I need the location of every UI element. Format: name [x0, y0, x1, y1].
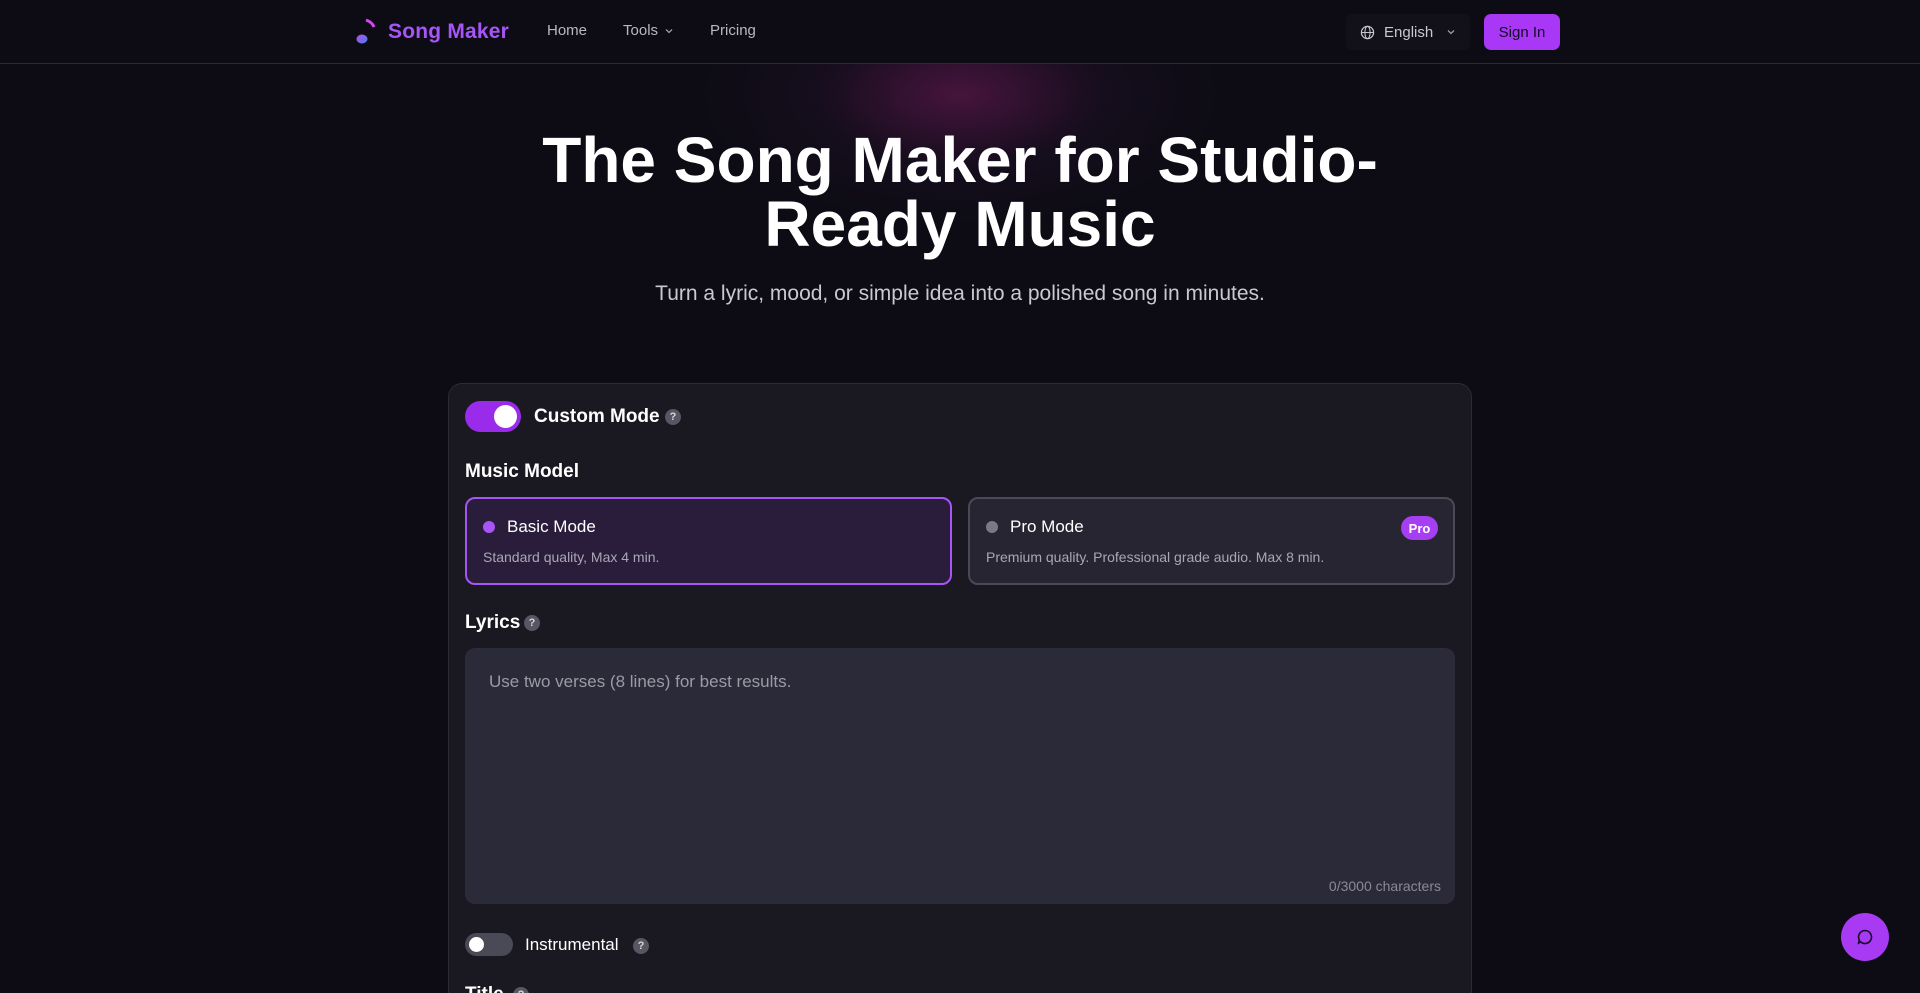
lyrics-label: Lyrics	[465, 612, 521, 633]
help-icon[interactable]: ?	[513, 987, 529, 993]
radio-unselected-icon	[986, 521, 998, 533]
language-selector[interactable]: English	[1346, 14, 1471, 50]
chat-support-button[interactable]	[1841, 913, 1889, 961]
help-icon[interactable]: ?	[665, 409, 681, 425]
nav-link-pricing[interactable]: Pricing	[710, 22, 756, 39]
brand-name: Song Maker	[388, 20, 510, 43]
toggle-knob	[469, 937, 484, 952]
pro-mode-option[interactable]: Pro Mode Premium quality. Professional g…	[968, 497, 1455, 585]
song-generator-card: Custom Mode ? Music Model Basic Mode Sta…	[448, 383, 1472, 993]
mode-name: Pro Mode	[1010, 517, 1084, 536]
chevron-down-icon	[665, 28, 673, 33]
lyrics-input[interactable]	[465, 648, 1455, 904]
pro-badge: Pro	[1401, 516, 1438, 540]
mode-name: Basic Mode	[507, 517, 596, 536]
custom-mode-toggle[interactable]	[465, 401, 521, 432]
language-label: English	[1384, 23, 1434, 41]
nav-link-home[interactable]: Home	[547, 22, 587, 39]
sign-in-button[interactable]: Sign In	[1484, 14, 1560, 50]
mode-description: Standard quality, Max 4 min.	[483, 549, 660, 565]
character-count: 0/3000 characters	[1328, 878, 1441, 894]
help-icon[interactable]: ?	[633, 938, 649, 954]
basic-mode-option[interactable]: Basic Mode Standard quality, Max 4 min.	[465, 497, 952, 585]
page-subtitle: Turn a lyric, mood, or simple idea into …	[655, 282, 1265, 305]
top-navbar: Song Maker Home Tools Pricing English Si…	[0, 0, 1920, 64]
page-title: The Song Maker for Studio-Ready Music	[542, 124, 1378, 260]
lyrics-field-container: 0/3000 characters	[465, 648, 1455, 904]
toggle-knob	[494, 405, 517, 428]
nav-links: Home Tools Pricing	[547, 22, 756, 39]
chat-bubble-icon	[1857, 929, 1873, 945]
brand-logo[interactable]: Song Maker	[354, 18, 509, 46]
custom-mode-label: Custom Mode	[534, 406, 660, 427]
nav-link-tools-label: Tools	[623, 22, 659, 39]
help-icon[interactable]: ?	[524, 615, 540, 631]
music-model-label: Music Model	[465, 461, 580, 482]
globe-icon	[1360, 25, 1375, 39]
nav-link-tools[interactable]: Tools	[623, 22, 674, 39]
title-label: Title	[465, 984, 504, 993]
instrumental-toggle[interactable]	[465, 933, 513, 956]
music-note-icon	[356, 18, 376, 44]
radio-selected-icon	[483, 521, 495, 533]
instrumental-label: Instrumental	[525, 935, 619, 954]
chevron-down-icon	[1447, 30, 1455, 35]
mode-description: Premium quality. Professional grade audi…	[986, 549, 1325, 565]
